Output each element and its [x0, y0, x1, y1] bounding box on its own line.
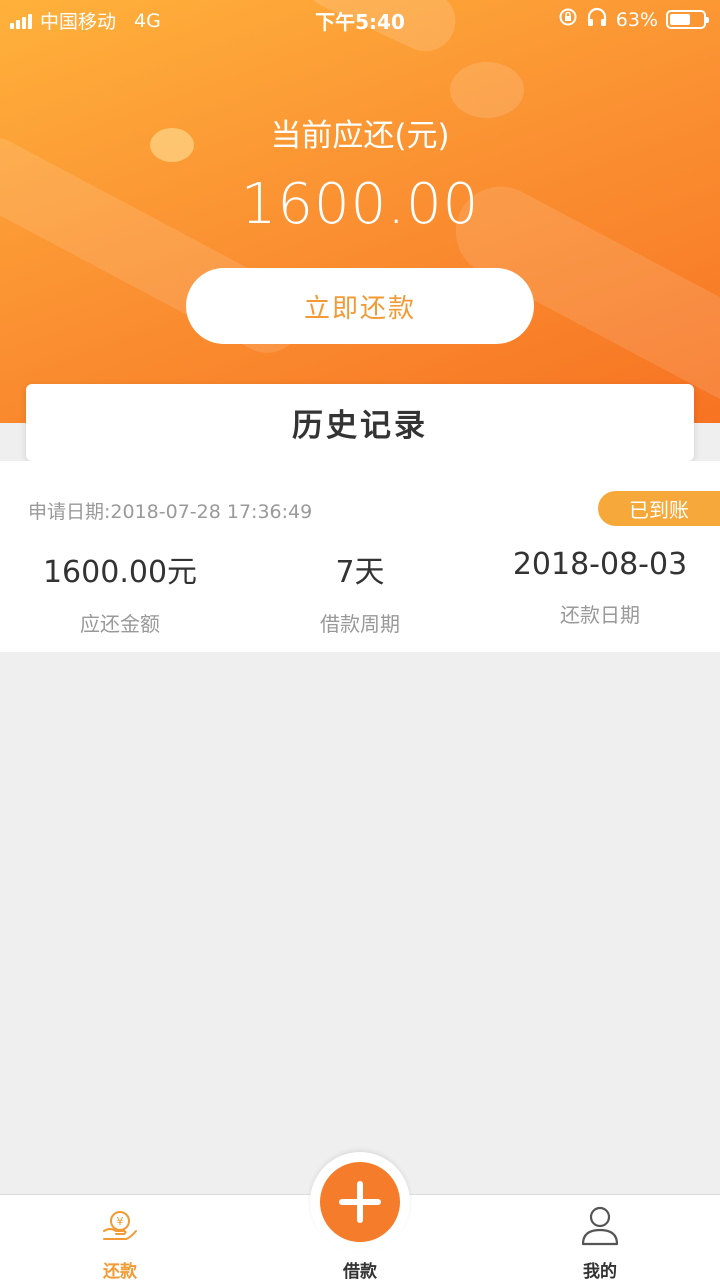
status-badge: 已到账 [598, 491, 720, 526]
history-title: 历史记录 [26, 384, 694, 461]
pay-now-button[interactable]: 立即还款 [186, 268, 534, 344]
amount-due-label: 当前应还(元) [270, 118, 450, 154]
loan-period-label: 借款周期 [320, 612, 400, 636]
loan-period-value: 7天 [335, 555, 385, 590]
plus-icon [339, 1181, 381, 1223]
borrow-fab-button[interactable] [320, 1162, 400, 1242]
tab-repay-label: 还款 [103, 1262, 137, 1280]
period-column: 7天 借款周期 [240, 547, 480, 637]
amount-due-value: 1600.00 [240, 172, 480, 237]
due-date-column: 2018-08-03 还款日期 [480, 547, 720, 628]
status-bar: 中国移动 4G 下午5:40 63% [0, 0, 720, 38]
tab-mine[interactable]: 我的 [480, 1203, 720, 1280]
loan-record[interactable]: 申请日期:2018-07-28 17:36:49 已到账 1600.00元 应还… [0, 461, 720, 652]
header-banner: 中国移动 4G 下午5:40 63% 当前应还(元) 1600.00 立即还款 [0, 0, 720, 423]
repay-icon: ¥ [0, 1203, 240, 1247]
apply-date: 申请日期:2018-07-28 17:36:49 [28, 501, 313, 523]
battery-icon [666, 10, 709, 29]
tab-mine-label: 我的 [583, 1262, 617, 1280]
battery-percent: 63% [615, 8, 658, 31]
due-date-label: 还款日期 [560, 603, 640, 627]
amount-column: 1600.00元 应还金额 [0, 547, 240, 637]
repay-amount-label: 应还金额 [80, 612, 160, 636]
repay-amount-value: 1600.00元 [42, 555, 198, 590]
svg-text:¥: ¥ [117, 1215, 124, 1228]
headphones-icon [586, 7, 608, 32]
tab-borrow-label: 借款 [343, 1262, 377, 1280]
user-icon [480, 1203, 720, 1247]
rotation-lock-icon [558, 7, 578, 32]
tab-repay[interactable]: ¥ 还款 [0, 1203, 240, 1280]
due-date-value: 2018-08-03 [512, 547, 688, 582]
